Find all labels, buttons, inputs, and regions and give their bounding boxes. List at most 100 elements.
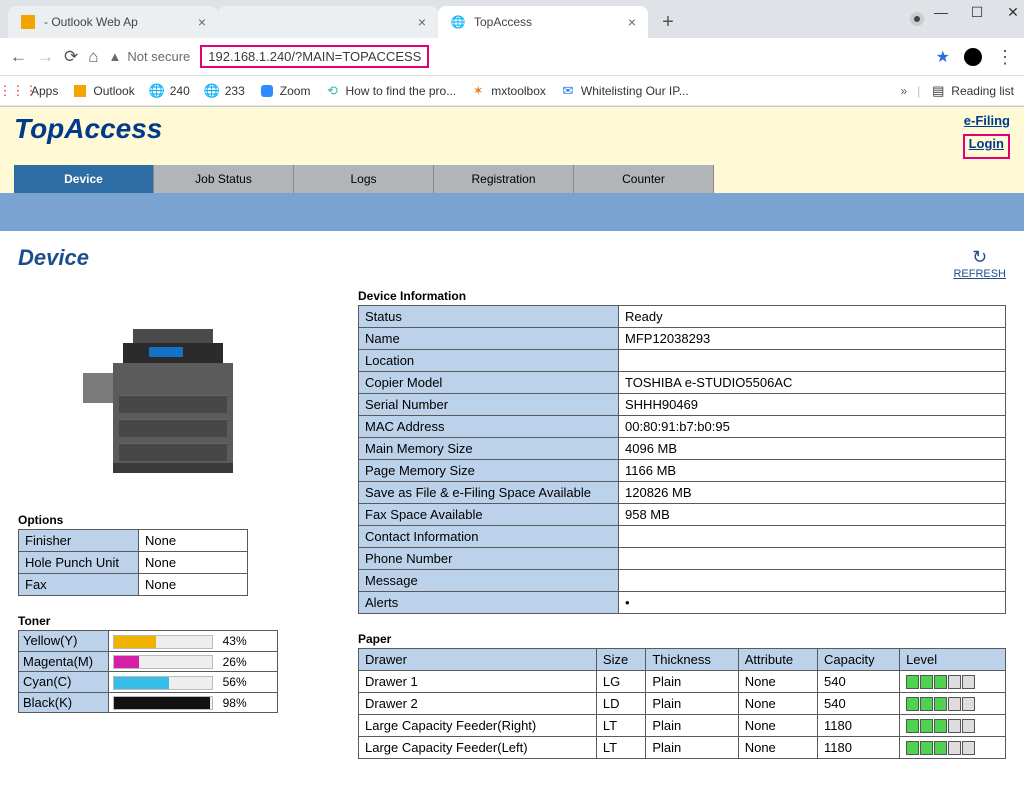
info-label: Location	[359, 350, 619, 372]
tab-registration[interactable]: Registration	[434, 165, 574, 193]
mail-icon: ✉	[560, 83, 576, 99]
paper-size: LG	[596, 671, 645, 693]
toner-bar-cell: 56%	[109, 672, 278, 693]
options-row: Hole Punch Unit None	[19, 552, 248, 574]
paper-attribute: None	[738, 737, 817, 759]
outlook-favicon-icon	[20, 14, 36, 30]
reading-list-button[interactable]: ▤ Reading list	[930, 83, 1014, 99]
info-label: Fax Space Available	[359, 504, 619, 526]
bookmark-label: mxtoolbox	[491, 84, 546, 98]
tab-device[interactable]: Device	[14, 165, 154, 193]
left-column: Options Finisher NoneHole Punch Unit Non…	[18, 283, 318, 759]
bookmark-star-icon[interactable]: ★	[936, 47, 950, 67]
info-value: SHHH90469	[619, 394, 1006, 416]
browser-tab-outlook[interactable]: - Outlook Web Ap ×	[8, 6, 218, 38]
close-window-icon[interactable]: ✕	[1006, 4, 1020, 21]
bookmark-label: Zoom	[280, 84, 311, 98]
reading-list-label: Reading list	[951, 84, 1014, 98]
level-cell	[906, 675, 919, 689]
paper-thickness: Plain	[646, 671, 738, 693]
info-label: Message	[359, 570, 619, 592]
bookmark-mxtoolbox[interactable]: ✶ mxtoolbox	[470, 83, 546, 99]
option-value: None	[139, 552, 248, 574]
device-info-row: Fax Space Available 958 MB	[359, 504, 1006, 526]
toner-row: Cyan(C) 56%	[19, 672, 278, 693]
not-secure-badge[interactable]: ▲ Not secure	[109, 49, 191, 64]
info-label: Contact Information	[359, 526, 619, 548]
tab-strip: - Outlook Web Ap × × 🌐 TopAccess × + — ☐…	[0, 0, 1024, 38]
paper-header: Attribute	[738, 649, 817, 671]
toner-bar-cell: 26%	[109, 651, 278, 672]
paper-row: Drawer 2 LD Plain None 540	[359, 693, 1006, 715]
bookmark-howto[interactable]: ⟲ How to find the pro...	[324, 83, 456, 99]
level-cell	[948, 741, 961, 755]
toner-name: Yellow(Y)	[19, 631, 109, 652]
paper-level	[906, 719, 999, 733]
info-label: Copier Model	[359, 372, 619, 394]
paper-level-cell	[900, 737, 1006, 759]
apps-button[interactable]: ⋮⋮⋮ Apps	[10, 83, 58, 99]
login-highlight: Login	[963, 134, 1010, 159]
info-value: MFP12038293	[619, 328, 1006, 350]
option-value: None	[139, 574, 248, 596]
device-info-row: Copier Model TOSHIBA e-STUDIO5506AC	[359, 372, 1006, 394]
tab-logs[interactable]: Logs	[294, 165, 434, 193]
logo: TopAccess	[14, 113, 162, 145]
paper-level	[906, 697, 999, 711]
toner-bar	[113, 655, 213, 669]
globe-icon: 🌐	[149, 83, 165, 99]
tab-close-icon[interactable]: ×	[628, 14, 636, 30]
toner-row: Yellow(Y) 43%	[19, 631, 278, 652]
back-icon[interactable]: ←	[10, 47, 27, 67]
tab-title: TopAccess	[474, 15, 532, 29]
tab-job-status[interactable]: Job Status	[154, 165, 294, 193]
toner-bar-cell: 98%	[109, 692, 278, 713]
overflow-chevron-icon[interactable]: »	[900, 84, 907, 98]
level-cell	[962, 697, 975, 711]
maximize-icon[interactable]: ☐	[970, 4, 984, 21]
globe-icon: 🌐	[204, 83, 220, 99]
url-field[interactable]: 192.168.1.240/?MAIN=TOPACCESS	[200, 45, 429, 68]
paper-attribute: None	[738, 715, 817, 737]
outlook-icon	[72, 83, 88, 99]
page-title: Device	[18, 245, 1006, 271]
bookmark-240[interactable]: 🌐 240	[149, 83, 190, 99]
mxtoolbox-icon: ✶	[470, 83, 486, 99]
browser-tab-topaccess[interactable]: 🌐 TopAccess ×	[438, 6, 648, 38]
paper-row: Drawer 1 LG Plain None 540	[359, 671, 1006, 693]
zoom-icon	[259, 83, 275, 99]
new-tab-button[interactable]: +	[654, 8, 682, 36]
reload-icon[interactable]: ⟳	[64, 47, 78, 67]
bookmark-zoom[interactable]: Zoom	[259, 83, 311, 99]
device-info-row: Main Memory Size 4096 MB	[359, 438, 1006, 460]
bookmark-233[interactable]: 🌐 233	[204, 83, 245, 99]
browser-tab-blank[interactable]: ×	[218, 6, 438, 38]
device-info-row: Save as File & e-Filing Space Available …	[359, 482, 1006, 504]
device-info-row: Page Memory Size 1166 MB	[359, 460, 1006, 482]
paper-drawer: Large Capacity Feeder(Left)	[359, 737, 597, 759]
paper-drawer: Drawer 2	[359, 693, 597, 715]
level-cell	[962, 719, 975, 733]
home-icon[interactable]: ⌂	[88, 47, 98, 67]
efiling-link[interactable]: e-Filing	[963, 113, 1010, 128]
info-label: Alerts	[359, 592, 619, 614]
paper-table: DrawerSizeThicknessAttributeCapacityLeve…	[358, 648, 1006, 759]
option-value: None	[139, 530, 248, 552]
refresh-button[interactable]: ↻ REFRESH	[953, 247, 1006, 280]
paper-size: LT	[596, 737, 645, 759]
bookmark-outlook[interactable]: Outlook	[72, 83, 134, 99]
login-link[interactable]: Login	[969, 136, 1004, 151]
options-table: Finisher NoneHole Punch Unit NoneFax Non…	[18, 529, 248, 596]
tab-close-icon[interactable]: ×	[418, 14, 426, 30]
profile-indicator-icon[interactable]	[910, 12, 924, 26]
forward-icon[interactable]: →	[37, 47, 54, 67]
tab-close-icon[interactable]: ×	[198, 14, 206, 30]
header-links: e-Filing Login	[963, 113, 1010, 159]
minimize-icon[interactable]: —	[934, 4, 948, 21]
info-value	[619, 570, 1006, 592]
account-avatar-icon[interactable]	[964, 48, 982, 66]
toner-bar-cell: 43%	[109, 631, 278, 652]
tab-counter[interactable]: Counter	[574, 165, 714, 193]
toner-percent: 56%	[223, 675, 247, 689]
bookmark-whitelist[interactable]: ✉ Whitelisting Our IP...	[560, 83, 689, 99]
